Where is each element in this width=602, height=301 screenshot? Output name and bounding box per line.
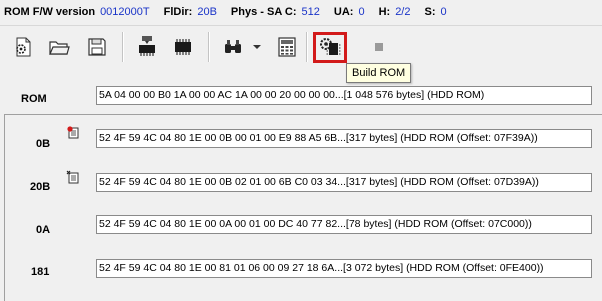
ua-value: 0 — [358, 6, 365, 18]
module-label-20b: 20B — [30, 181, 51, 193]
status-bar: ROM F/W version 0012000T FlDir: 20B Phys… — [0, 0, 602, 24]
save-button[interactable] — [84, 34, 110, 60]
open-folder-icon — [49, 41, 70, 55]
module-label-0b: 0B — [36, 138, 51, 150]
toolbar-separator — [122, 32, 124, 62]
module-modified-icon — [67, 126, 79, 139]
chip-read-button[interactable] — [134, 34, 160, 60]
h-value: 2/2 — [395, 6, 411, 18]
fldir-value: 20B — [197, 6, 217, 18]
module-field-181[interactable]: 52 4F 59 4C 04 80 1E 00 81 01 06 00 09 2… — [96, 259, 592, 278]
module-field-0a[interactable]: 52 4F 59 4C 04 80 1E 00 0A 00 01 00 DC 4… — [96, 215, 592, 234]
dropdown-arrow-icon — [253, 45, 261, 49]
build-rom-icon — [320, 38, 341, 55]
calculator-icon — [278, 37, 296, 57]
module-label-0a: 0A — [36, 224, 51, 236]
chip-icon — [175, 39, 191, 55]
stop-button[interactable] — [366, 34, 392, 60]
settings-doc-button[interactable] — [10, 34, 36, 60]
heads: H: 2/2 — [379, 6, 411, 18]
toolbar-separator — [306, 32, 308, 62]
chip-read-icon — [139, 36, 155, 56]
module-label-181: 181 — [31, 266, 50, 278]
find-dropdown-button[interactable] — [250, 34, 264, 60]
toolbar — [0, 25, 602, 70]
rom-field[interactable]: 5A 04 00 00 B0 1A 00 00 AC 1A 00 00 20 0… — [96, 86, 592, 105]
ua-label: UA: — [333, 6, 354, 18]
phys-sa: Phys - SA C: 512 — [231, 6, 320, 18]
s-value: 0 — [440, 6, 447, 18]
stop-icon — [375, 43, 383, 51]
phys-value: 512 — [301, 6, 320, 18]
rom-fw-version: ROM F/W version 0012000T — [4, 6, 150, 18]
s-label: S: — [424, 6, 436, 18]
ua: UA: 0 — [334, 6, 365, 18]
toolbar-separator — [208, 32, 210, 62]
settings-doc-icon — [16, 37, 31, 57]
build-rom-tooltip: Build ROM — [346, 63, 412, 83]
fldir: FlDir: 20B — [164, 6, 217, 18]
h-label: H: — [378, 6, 391, 18]
s: S: 0 — [424, 6, 446, 18]
fldir-label: FlDir: — [163, 6, 193, 18]
find-button[interactable] — [220, 34, 246, 60]
phys-label: Phys - SA C: — [230, 6, 297, 18]
build-rom-button[interactable] — [317, 34, 343, 60]
module-doc-icon — [66, 170, 79, 184]
rom-fw-value: 0012000T — [100, 6, 150, 18]
open-folder-button[interactable] — [46, 34, 72, 60]
module-field-20b[interactable]: 52 4F 59 4C 04 80 1E 00 0B 02 01 00 6B C… — [96, 173, 592, 192]
save-disk-icon — [88, 38, 106, 56]
rom-fw-label: ROM F/W version — [4, 6, 96, 18]
calculator-button[interactable] — [274, 34, 300, 60]
binoculars-icon — [225, 40, 241, 53]
rom-label: ROM — [21, 93, 47, 105]
module-field-0b[interactable]: 52 4F 59 4C 04 80 1E 00 0B 00 01 00 E9 8… — [96, 129, 592, 148]
chip-button[interactable] — [170, 34, 196, 60]
